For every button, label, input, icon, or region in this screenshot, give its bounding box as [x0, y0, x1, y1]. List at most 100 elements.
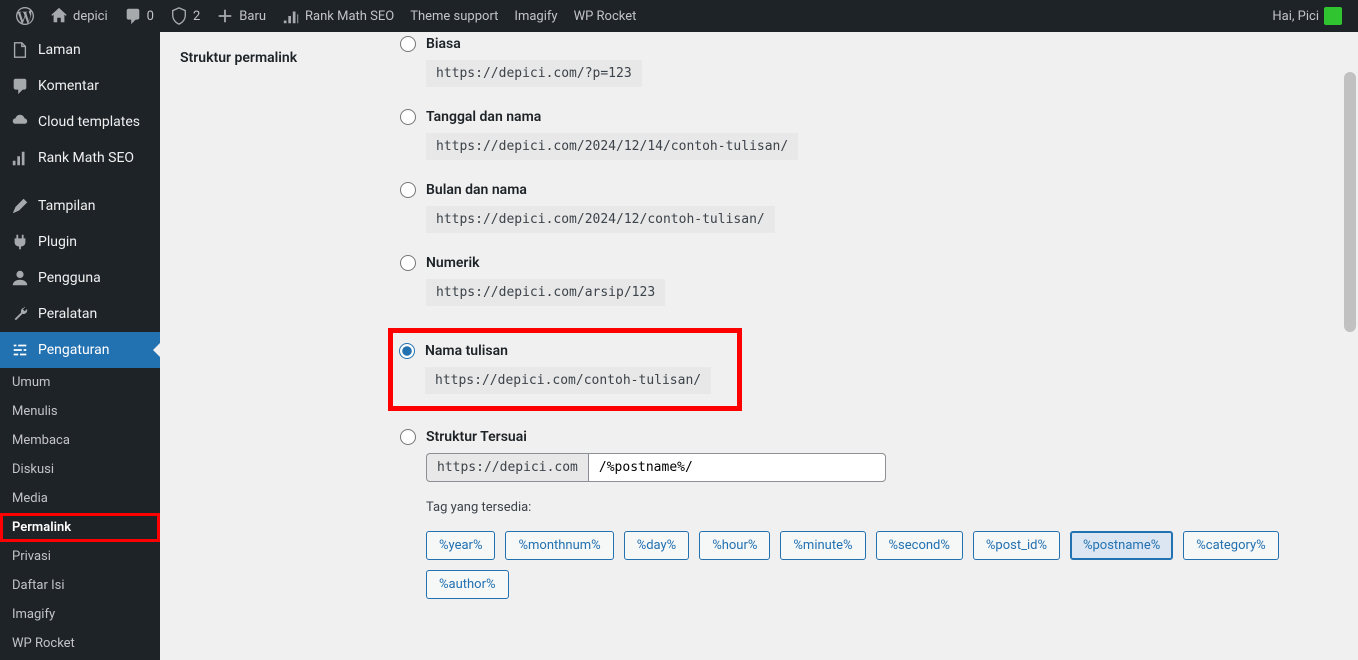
radio-numerik-label[interactable]: Numerik: [426, 255, 479, 271]
wprocket-link[interactable]: WP Rocket: [566, 0, 645, 32]
comment-icon: [124, 7, 142, 25]
sidebar-item-label: Tampilan: [38, 198, 96, 214]
rankmath-link[interactable]: Rank Math SEO: [274, 0, 402, 32]
avatar: [1324, 7, 1342, 25]
new-link[interactable]: Baru: [208, 0, 274, 32]
page-icon: [10, 40, 30, 60]
comments-count: 0: [147, 9, 154, 24]
account-link[interactable]: Hai, Pici: [1264, 0, 1350, 32]
option-custom: Struktur Tersuai https://depici.com Tag …: [400, 429, 1338, 599]
wordpress-icon: [16, 7, 34, 25]
sidebar-item-label: Plugin: [38, 234, 77, 250]
sidebar-sub-imagify[interactable]: Imagify: [0, 600, 160, 629]
sliders-icon: [10, 340, 30, 360]
radio-custom-label[interactable]: Struktur Tersuai: [426, 429, 527, 445]
radio-custom[interactable]: [400, 429, 416, 445]
admin-bar-right: Hai, Pici: [1264, 0, 1350, 32]
radio-bulan-label[interactable]: Bulan dan nama: [426, 182, 527, 198]
chart-icon: [282, 7, 300, 25]
tag-author[interactable]: %author%: [426, 570, 509, 599]
plus-icon: [216, 7, 234, 25]
sidebar-item-label: Cloud templates: [38, 114, 140, 130]
tag-postname[interactable]: %postname%: [1070, 531, 1173, 560]
sidebar-sub-umum[interactable]: Umum: [0, 368, 160, 397]
main-content: Struktur permalink Biasa https://depici.…: [160, 32, 1358, 660]
radio-nama-label[interactable]: Nama tulisan: [425, 343, 508, 359]
radio-numerik[interactable]: [400, 255, 416, 271]
option-numerik: Numerik https://depici.com/arsip/123: [400, 255, 1338, 306]
radio-tanggal-label[interactable]: Tanggal dan nama: [426, 109, 541, 125]
wrench-icon: [10, 304, 30, 324]
sidebar-item-pengguna[interactable]: Pengguna: [0, 260, 160, 296]
user-icon: [10, 268, 30, 288]
admin-sidebar: Laman Komentar Cloud templates Rank Math…: [0, 32, 160, 660]
sidebar-item-pengaturan[interactable]: Pengaturan: [0, 332, 160, 368]
sidebar-item-plugin[interactable]: Plugin: [0, 224, 160, 260]
home-icon: [50, 7, 68, 25]
sidebar-item-komentar[interactable]: Komentar: [0, 68, 160, 104]
sidebar-item-peralatan[interactable]: Peralatan: [0, 296, 160, 332]
example-numerik: https://depici.com/arsip/123: [426, 279, 665, 306]
tags-label: Tag yang tersedia:: [426, 500, 1338, 515]
scrollbar-track[interactable]: [1342, 32, 1358, 660]
sidebar-sub-membaca[interactable]: Membaca: [0, 426, 160, 455]
tag-minute[interactable]: %minute%: [780, 531, 865, 560]
wp-logo[interactable]: [8, 0, 42, 32]
custom-structure-input[interactable]: [588, 453, 886, 482]
tag-postid[interactable]: %post_id%: [973, 531, 1060, 560]
scrollbar-thumb[interactable]: [1344, 72, 1356, 332]
plug-icon: [10, 232, 30, 252]
sidebar-sub-privasi[interactable]: Privasi: [0, 542, 160, 571]
cloud-icon: [10, 112, 30, 132]
sidebar-item-label: Peralatan: [38, 306, 97, 322]
theme-support-link[interactable]: Theme support: [402, 0, 506, 32]
brush-icon: [10, 196, 30, 216]
sidebar-item-rankmath[interactable]: Rank Math SEO: [0, 140, 160, 176]
tag-hour[interactable]: %hour%: [699, 531, 770, 560]
theme-support-label: Theme support: [410, 9, 498, 24]
sidebar-item-label: Pengaturan: [38, 342, 110, 358]
wprocket-label: WP Rocket: [574, 9, 637, 24]
example-bulan: https://depici.com/2024/12/contoh-tulisa…: [426, 206, 775, 233]
greeting-label: Hai, Pici: [1272, 9, 1319, 24]
permalink-options: Biasa https://depici.com/?p=123 Tanggal …: [400, 36, 1338, 621]
site-name-label: depici: [73, 9, 108, 24]
imagify-link[interactable]: Imagify: [506, 0, 565, 32]
sidebar-item-label: Komentar: [38, 78, 99, 94]
shield-link[interactable]: 2: [162, 0, 208, 32]
radio-bulan[interactable]: [400, 182, 416, 198]
permalink-structure-row: Struktur permalink Biasa https://depici.…: [180, 36, 1338, 621]
adminbar-rankmath-label: Rank Math SEO: [305, 9, 394, 24]
shield-icon: [170, 7, 188, 25]
sidebar-sub-permalink[interactable]: Permalink: [0, 513, 160, 542]
radio-biasa-label[interactable]: Biasa: [426, 36, 461, 52]
sidebar-item-tampilan[interactable]: Tampilan: [0, 188, 160, 224]
tag-monthnum[interactable]: %monthnum%: [505, 531, 613, 560]
sidebar-sub-diskusi[interactable]: Diskusi: [0, 455, 160, 484]
sidebar-item-cloud[interactable]: Cloud templates: [0, 104, 160, 140]
imagify-label: Imagify: [514, 9, 557, 24]
sidebar-sub-media[interactable]: Media: [0, 484, 160, 513]
form-label-struktur: Struktur permalink: [180, 36, 400, 66]
example-tanggal: https://depici.com/2024/12/14/contoh-tul…: [426, 133, 798, 160]
radio-nama[interactable]: [399, 343, 415, 359]
option-biasa: Biasa https://depici.com/?p=123: [400, 36, 1338, 87]
chart-icon: [10, 148, 30, 168]
sidebar-sub-daftarisi[interactable]: Daftar Isi: [0, 571, 160, 600]
tag-second[interactable]: %second%: [876, 531, 963, 560]
tag-day[interactable]: %day%: [624, 531, 690, 560]
tag-category[interactable]: %category%: [1183, 531, 1278, 560]
sidebar-sub-wprocket[interactable]: WP Rocket: [0, 629, 160, 658]
radio-biasa[interactable]: [400, 36, 416, 52]
sidebar-item-label: Rank Math SEO: [38, 150, 134, 166]
sidebar-sub-menulis[interactable]: Menulis: [0, 397, 160, 426]
comments-link[interactable]: 0: [116, 0, 162, 32]
radio-tanggal[interactable]: [400, 109, 416, 125]
sidebar-separator: [0, 176, 160, 188]
custom-prefix: https://depici.com: [426, 453, 588, 482]
tag-year[interactable]: %year%: [426, 531, 495, 560]
sidebar-item-laman[interactable]: Laman: [0, 32, 160, 68]
site-name-link[interactable]: depici: [42, 0, 116, 32]
tags-row: %year% %monthnum% %day% %hour% %minute% …: [426, 531, 1338, 599]
option-tanggal: Tanggal dan nama https://depici.com/2024…: [400, 109, 1338, 160]
